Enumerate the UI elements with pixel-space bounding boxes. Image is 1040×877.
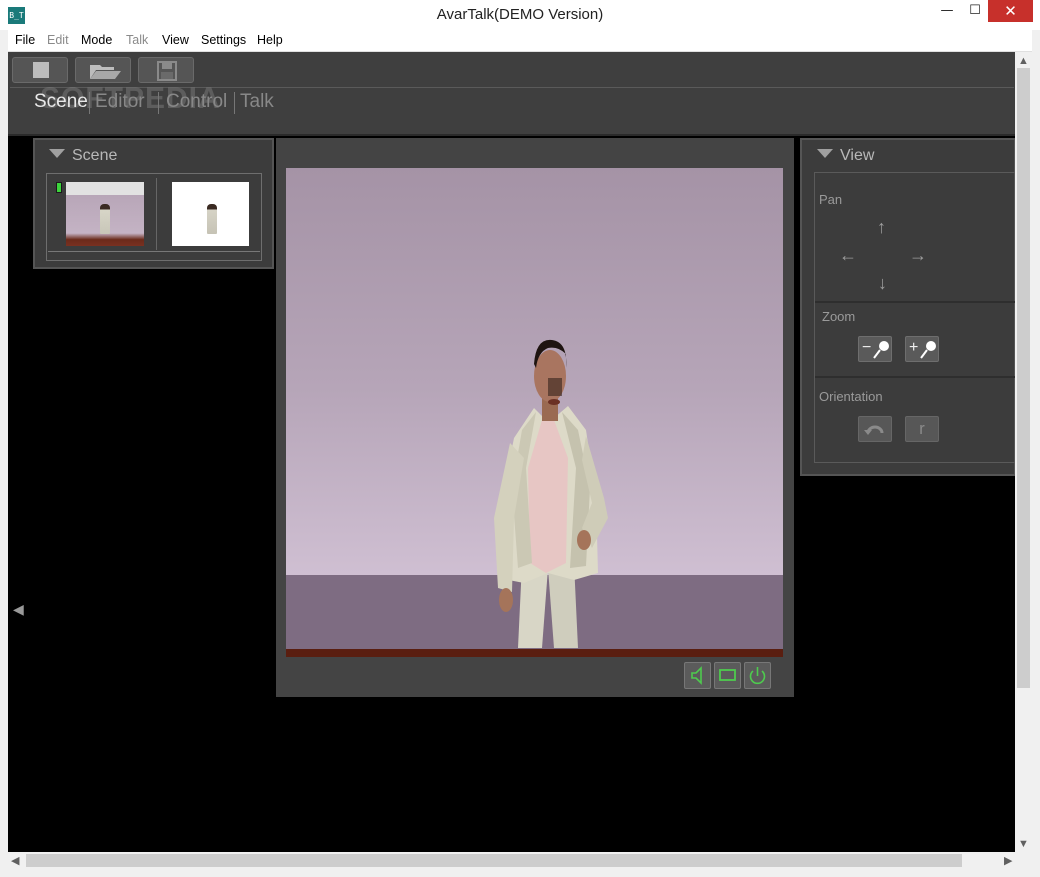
section-divider — [815, 301, 1015, 303]
tab-divider — [234, 92, 235, 114]
tab-talk[interactable]: Talk — [240, 90, 274, 114]
horizontal-scroll-thumb[interactable] — [26, 854, 962, 867]
collapse-left-icon[interactable]: ◀ — [13, 601, 24, 618]
scroll-up-icon[interactable]: ▲ — [1018, 55, 1029, 67]
toolbar-bottom-edge — [8, 134, 1015, 136]
tab-divider — [89, 92, 90, 114]
pan-label: Pan — [819, 192, 843, 207]
avatar-thumbnail — [100, 204, 110, 234]
save-icon — [157, 61, 177, 81]
scene-thumbnail[interactable] — [66, 182, 144, 246]
menu-talk[interactable]: Talk — [126, 30, 148, 51]
avatar-thumbnail — [207, 204, 217, 234]
scroll-left-icon[interactable]: ◀ — [11, 854, 19, 867]
folder-open-icon — [90, 65, 121, 79]
screen-icon — [719, 669, 736, 681]
zoom-out-icon: − — [862, 339, 872, 356]
scene-panel-title: Scene — [72, 147, 118, 164]
window-title: AvarTalk(DEMO Version) — [436, 6, 604, 23]
scene-thumbnail[interactable] — [172, 182, 249, 246]
magnifier-icon — [873, 341, 889, 359]
menu-file[interactable]: File — [15, 30, 35, 51]
tab-scene[interactable]: Scene — [34, 90, 88, 114]
menu-view[interactable]: View — [162, 30, 189, 51]
scene-list-divider — [48, 251, 260, 252]
sound-button[interactable] — [684, 662, 711, 689]
open-button[interactable] — [75, 57, 131, 83]
collapse-triangle-icon[interactable] — [49, 149, 65, 158]
tab-divider — [158, 92, 159, 114]
rotate-button[interactable] — [858, 416, 892, 442]
pan-right-icon[interactable]: → — [909, 246, 927, 264]
pan-down-icon[interactable]: ↓ — [878, 274, 887, 292]
menu-help[interactable]: Help — [257, 30, 283, 51]
tab-control[interactable]: Control — [166, 90, 227, 114]
view-panel-title: View — [840, 147, 875, 164]
menu-bar: File Edit Mode Talk View Settings Help — [8, 30, 1032, 52]
menu-mode[interactable]: Mode — [81, 30, 112, 51]
maximize-button[interactable]: ☐ — [960, 0, 990, 22]
save-button[interactable] — [138, 57, 194, 83]
scroll-down-icon[interactable]: ▼ — [1018, 838, 1029, 850]
zoom-in-icon: + — [909, 339, 919, 356]
rotate-icon — [864, 425, 884, 435]
3d-viewport[interactable] — [286, 168, 783, 657]
menu-settings[interactable]: Settings — [201, 30, 246, 51]
power-button[interactable] — [744, 662, 771, 689]
new-icon — [33, 62, 49, 78]
menu-edit[interactable]: Edit — [47, 30, 69, 51]
thumbnail-divider — [156, 178, 157, 250]
zoom-in-button[interactable]: + — [905, 336, 939, 362]
active-scene-indicator — [56, 182, 62, 193]
section-divider — [815, 376, 1015, 378]
minimize-button[interactable]: — — [932, 0, 962, 22]
power-icon — [749, 667, 766, 685]
magnifier-icon — [920, 341, 936, 359]
collapse-triangle-icon[interactable] — [817, 149, 833, 158]
avatar-figure — [494, 339, 608, 648]
reset-orientation-button[interactable]: r — [905, 416, 939, 442]
zoom-label: Zoom — [822, 309, 856, 324]
pan-up-icon[interactable]: ↑ — [877, 218, 886, 236]
new-button[interactable] — [12, 57, 68, 83]
scroll-right-icon[interactable]: ▶ — [1004, 854, 1012, 867]
pan-left-icon[interactable]: ← — [839, 246, 857, 264]
speaker-icon — [691, 666, 702, 685]
zoom-out-button[interactable]: − — [858, 336, 892, 362]
screen-button[interactable] — [714, 662, 741, 689]
tab-editor[interactable]: Editor — [95, 90, 145, 114]
close-button[interactable]: ✕ — [988, 0, 1033, 22]
orientation-label: Orientation — [819, 389, 883, 404]
vertical-scroll-thumb[interactable] — [1017, 68, 1030, 688]
